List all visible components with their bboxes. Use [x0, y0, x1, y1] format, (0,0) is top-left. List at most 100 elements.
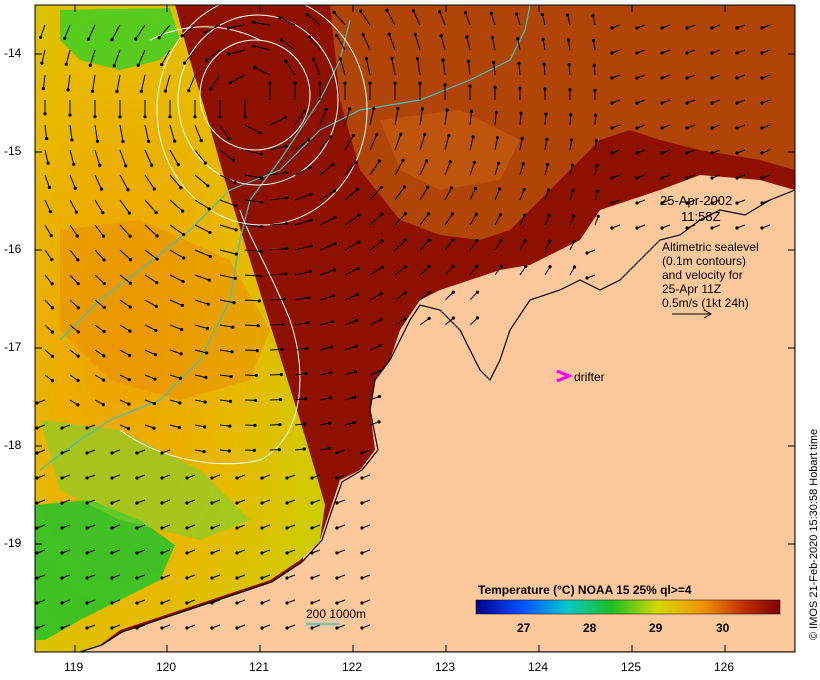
- velocity-arrow-head: [85, 426, 89, 430]
- velocity-arrow-head: [260, 526, 264, 530]
- velocity-arrow-head: [307, 35, 312, 39]
- velocity-arrow-head: [128, 281, 133, 285]
- velocity-arrow-head: [163, 89, 168, 93]
- velocity-arrow-head: [333, 215, 337, 220]
- legend-line-4: 25-Apr 11Z: [662, 282, 722, 296]
- velocity-arrow-head: [179, 186, 183, 190]
- velocity-arrow-head: [210, 476, 214, 480]
- velocity-arrow-head: [449, 186, 454, 190]
- velocity-arrow-head: [360, 501, 364, 505]
- velocity-arrow-head: [277, 448, 281, 452]
- lat-tick-4: -17: [4, 340, 22, 354]
- velocity-arrow-head: [60, 501, 64, 505]
- velocity-arrow-head: [285, 526, 289, 530]
- velocity-arrow-head: [710, 176, 714, 180]
- velocity-arrow-head: [445, 108, 449, 112]
- velocity-arrow-head: [110, 626, 114, 630]
- velocity-arrow-head: [331, 294, 335, 298]
- velocity-arrow-head: [160, 526, 164, 530]
- velocity-arrow-head: [423, 132, 427, 137]
- velocity-arrow-head: [50, 379, 55, 383]
- sst-map: [34, 4, 796, 653]
- velocity-arrow-head: [760, 201, 764, 205]
- velocity-arrow-head: [126, 188, 130, 192]
- drifter-label: drifter: [574, 370, 605, 384]
- velocity-arrow-head: [207, 207, 211, 211]
- velocity-arrow-head: [101, 211, 105, 215]
- velocity-arrow-head: [50, 258, 54, 262]
- velocity-arrow-head: [180, 327, 184, 332]
- velocity-arrow-head: [465, 35, 469, 39]
- velocity-arrow-head: [150, 163, 154, 167]
- velocity-arrow-head: [335, 526, 339, 530]
- velocity-arrow-head: [610, 151, 614, 155]
- velocity-arrow-head: [101, 402, 106, 407]
- velocity-arrow-head: [329, 370, 333, 375]
- velocity-arrow-head: [710, 51, 714, 55]
- velocity-arrow-head: [360, 601, 364, 605]
- velocity-arrow-head: [235, 626, 239, 630]
- velocity-arrow-head: [310, 576, 314, 580]
- velocity-arrow-head: [328, 135, 333, 139]
- velocity-arrow-head: [136, 63, 140, 67]
- velocity-arrow-head: [63, 36, 67, 40]
- velocity-arrow-head: [403, 291, 407, 295]
- velocity-arrow-head: [685, 76, 689, 80]
- velocity-arrow-head: [180, 34, 184, 38]
- velocity-arrow-head: [308, 165, 312, 170]
- velocity-arrow-head: [210, 501, 214, 505]
- velocity-arrow-head: [50, 354, 55, 359]
- velocity-arrow-head: [76, 282, 80, 286]
- velocity-arrow-head: [155, 234, 159, 238]
- velocity-arrow-head: [375, 133, 379, 137]
- velocity-arrow-head: [293, 81, 297, 85]
- velocity-arrow-head: [328, 396, 332, 400]
- velocity-arrow-head: [60, 526, 64, 530]
- velocity-arrow-head: [685, 126, 689, 130]
- velocity-arrow-head: [128, 353, 132, 357]
- velocity-arrow-head: [306, 321, 310, 325]
- velocity-arrow-head: [260, 476, 264, 480]
- lon-tick-3: 121: [249, 660, 270, 674]
- velocity-arrow-head: [35, 576, 39, 580]
- velocity-arrow-head: [354, 344, 358, 348]
- velocity-arrow-head: [473, 186, 478, 191]
- velocity-arrow-head: [567, 63, 571, 67]
- velocity-arrow-head: [39, 35, 43, 40]
- velocity-arrow-head: [85, 476, 89, 480]
- velocity-arrow-head: [60, 551, 64, 555]
- velocity-arrow-head: [208, 230, 212, 235]
- velocity-arrow-head: [427, 238, 431, 242]
- velocity-arrow-head: [85, 551, 89, 555]
- velocity-arrow-head: [735, 176, 739, 180]
- velocity-arrow-head: [660, 176, 664, 180]
- velocity-arrow-head: [251, 20, 256, 24]
- velocity-arrow-head: [85, 451, 89, 455]
- velocity-arrow-head: [466, 59, 470, 63]
- velocity-arrow-head: [591, 14, 595, 18]
- velocity-arrow-head: [310, 476, 314, 480]
- velocity-arrow-head: [233, 276, 237, 280]
- velocity-arrow-head: [206, 302, 210, 306]
- velocity-arrow-head: [660, 76, 664, 80]
- velocity-arrow-head: [635, 126, 639, 130]
- velocity-arrow-head: [35, 451, 39, 455]
- velocity-arrow-head: [335, 476, 339, 480]
- velocity-arrow-head: [610, 26, 614, 30]
- velocity-arrow-head: [278, 423, 282, 427]
- velocity-arrow-head: [235, 526, 239, 530]
- velocity-arrow-head: [310, 626, 314, 630]
- velocity-arrow-head: [475, 264, 479, 268]
- velocity-arrow-head: [35, 501, 39, 505]
- velocity-arrow-head: [102, 282, 106, 286]
- velocity-arrow-head: [233, 180, 237, 185]
- velocity-arrow-head: [66, 88, 70, 92]
- velocity-arrow-head: [68, 113, 72, 117]
- velocity-arrow-head: [413, 32, 417, 37]
- time-label: 11:58Z: [681, 209, 721, 224]
- velocity-arrow-head: [610, 126, 614, 130]
- velocity-arrow-head: [256, 324, 260, 328]
- velocity-arrow-head: [85, 601, 89, 605]
- velocity-arrow-head: [494, 110, 498, 115]
- velocity-arrow-head: [403, 265, 408, 269]
